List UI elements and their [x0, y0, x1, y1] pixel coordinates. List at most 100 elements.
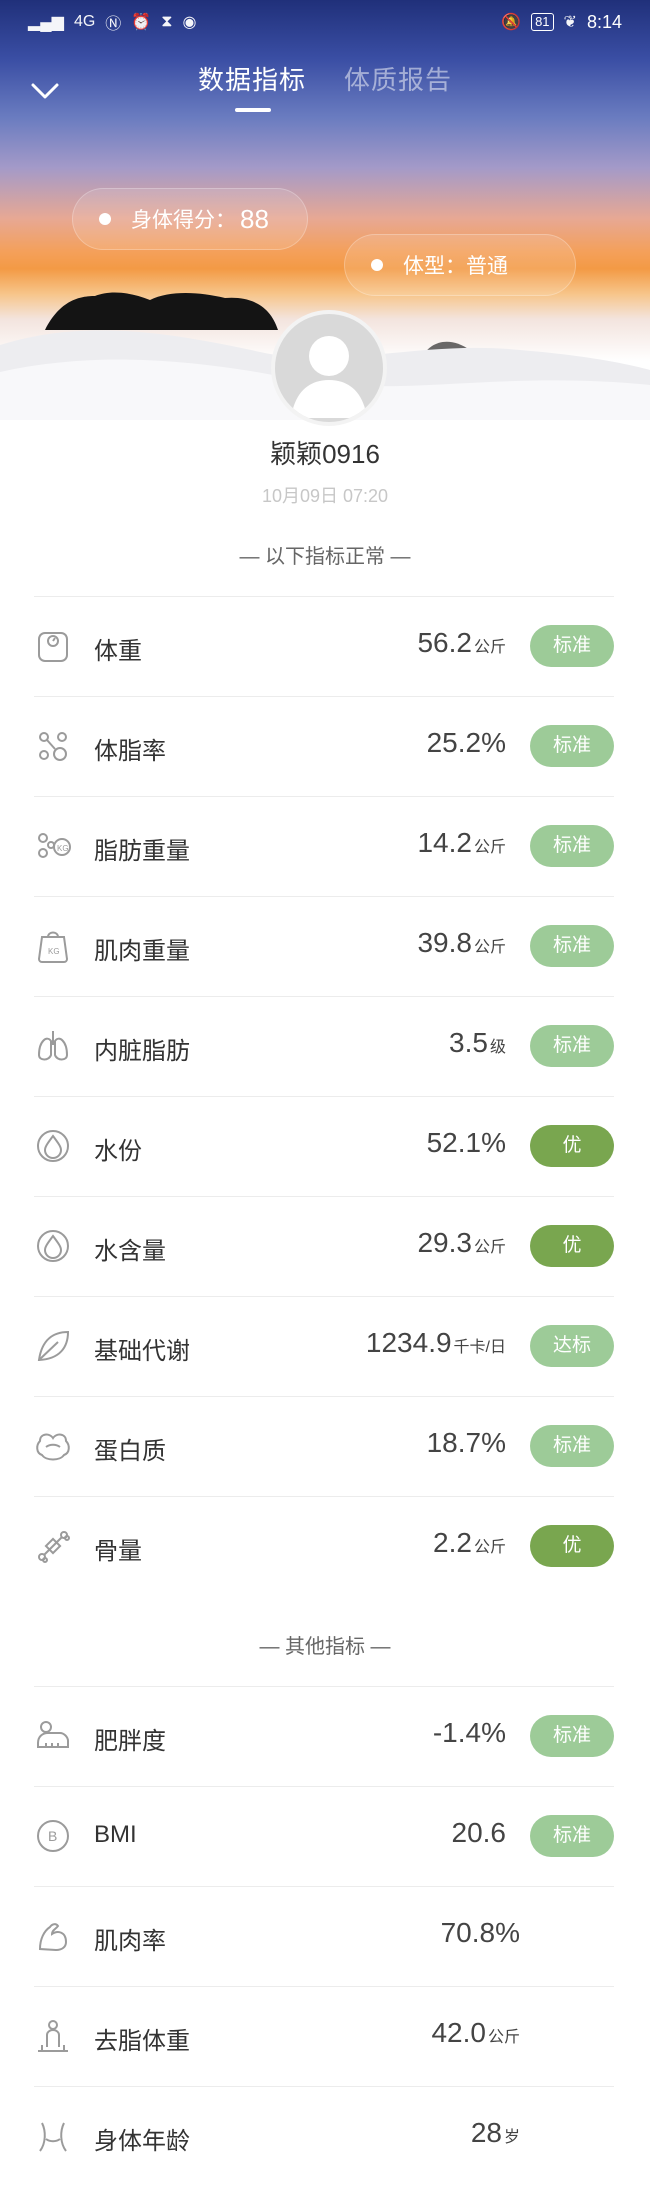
fat-mass-icon: KG	[34, 827, 72, 865]
metric-value: 25.2%	[427, 727, 506, 759]
status-badge: 标准	[530, 625, 614, 667]
metric-row[interactable]: 肌肉率 70.8%	[34, 1886, 614, 1986]
metric-number: -1.4%	[432, 1717, 506, 1748]
tab-bar: 数据指标 体质报告	[0, 60, 650, 120]
metric-label: 肌肉率	[94, 1928, 166, 1955]
metric-value: -1.4%	[433, 1717, 506, 1749]
metric-label: 骨量	[94, 1538, 142, 1565]
status-right: 🔕 81 ❦ 8:14	[501, 12, 622, 33]
status-bar: ▂▄▆ 4G Ⓝ ⏰ ⧗ ◉ 🔕 81 ❦ 8:14	[0, 0, 650, 44]
metric-row[interactable]: 骨量 2.2 公斤优	[34, 1496, 614, 1596]
tab-data-metrics[interactable]: 数据指标	[198, 60, 306, 97]
metric-unit: 级	[489, 1039, 506, 1056]
metric-label: 体脂率	[94, 738, 166, 765]
hourglass-icon: ⧗	[161, 13, 173, 30]
metric-row[interactable]: 内脏脂肪 3.5 级标准	[34, 996, 614, 1096]
bone-icon	[34, 1527, 72, 1565]
app-notification-icon: ◉	[182, 14, 197, 31]
bullet-dot	[371, 259, 383, 271]
metric-unit: 公斤	[473, 939, 506, 956]
avatar[interactable]	[271, 310, 387, 426]
metric-label: 蛋白质	[94, 1438, 166, 1465]
status-badge: 标准	[530, 1025, 614, 1067]
metric-label: 水份	[94, 1138, 142, 1165]
metric-unit: 公斤	[473, 639, 506, 656]
metric-label: 脂肪重量	[94, 838, 190, 865]
metric-number: 39.8	[417, 927, 472, 958]
metric-label: 水含量	[94, 1238, 166, 1265]
body-fat-icon	[34, 727, 72, 765]
metric-row[interactable]: 去脂体重 42.0 公斤	[34, 1986, 614, 2086]
arm-muscle-icon	[34, 1917, 72, 1955]
metric-row[interactable]: 基础代谢 1234.9 千卡/日 达标	[34, 1296, 614, 1396]
leaf-icon	[34, 1327, 72, 1365]
metric-label: 基础代谢	[94, 1338, 190, 1365]
muscle-mass-icon: KG	[34, 927, 72, 965]
protein-icon	[34, 1427, 72, 1465]
status-badge: 标准	[530, 825, 614, 867]
status-badge: 标准	[530, 925, 614, 967]
leaf-icon: ❦	[563, 14, 577, 31]
metric-number: 1234.9	[365, 1327, 452, 1358]
metric-number: 14.2	[417, 827, 472, 858]
metric-number: 3.5	[449, 1027, 488, 1058]
tab-constitution-report[interactable]: 体质报告	[344, 60, 452, 97]
nfc-icon: Ⓝ	[105, 16, 122, 33]
metric-number: 56.2	[417, 627, 472, 658]
metric-number: 2.2	[433, 1527, 472, 1558]
metric-row[interactable]: 水份 52.1% 优	[34, 1096, 614, 1196]
metric-number: 18.7%	[426, 1427, 506, 1458]
svg-text:B: B	[48, 1828, 57, 1844]
section-normal-title: — 以下指标正常 —	[239, 546, 411, 568]
bmi-icon: B	[34, 1817, 72, 1855]
status-badge: 标准	[530, 1715, 614, 1757]
water-drop-icon	[34, 1127, 72, 1165]
metric-label: 身体年龄	[94, 2128, 190, 2155]
status-badge: 优	[530, 1125, 614, 1167]
lungs-icon	[34, 1027, 72, 1065]
measure-datetime: 10月09日 07:20	[261, 486, 389, 506]
metric-value: 20.6	[452, 1817, 507, 1849]
user-silhouette-icon	[291, 336, 367, 418]
metric-label: 体重	[94, 638, 142, 665]
status-badge: 达标	[530, 1325, 614, 1367]
status-left: ▂▄▆ 4G Ⓝ ⏰ ⧗ ◉	[28, 10, 196, 34]
metric-label: 去脂体重	[94, 2028, 190, 2055]
metric-row[interactable]: KG 脂肪重量 14.2 公斤 标准	[34, 796, 614, 896]
user-name: 颖颖0916	[270, 439, 380, 469]
metric-value: 1234.9 千卡/日	[366, 1327, 506, 1359]
status-badge: 标准	[530, 725, 614, 767]
water-drop-icon	[34, 1227, 72, 1265]
metric-row[interactable]: B BMI 20.6 标准	[34, 1786, 614, 1886]
metric-row[interactable]: KG 肌肉重量 39.8 公斤 标准	[34, 896, 614, 996]
metric-row[interactable]: 肥胖度 -1.4% 标准	[34, 1686, 614, 1786]
status-badge: 标准	[530, 1425, 614, 1467]
body-score-label: 身体得分：	[131, 209, 236, 232]
network-label: 4G	[73, 13, 96, 30]
metric-row[interactable]: 体脂率 25.2% 标准	[34, 696, 614, 796]
metric-value: 2.2 公斤	[433, 1527, 506, 1559]
status-badge: 标准	[530, 1815, 614, 1857]
metric-value: 29.3 公斤	[417, 1227, 506, 1259]
normal-metrics-list: 体重 56.2 公斤 标准 体脂率 25.2% 标准 KG 脂肪重量 14.2 公斤 标准 KG 肌肉重量…	[34, 596, 614, 1596]
metric-label: 肌肉重量	[94, 938, 190, 965]
metric-row[interactable]: 蛋白质 18.7% 标准	[34, 1396, 614, 1496]
metric-value: 18.7%	[427, 1427, 506, 1459]
metric-row[interactable]: 水含量 29.3 公斤优	[34, 1196, 614, 1296]
body-score-pill: 身体得分： 88	[72, 188, 308, 250]
metric-value: 14.2 公斤	[417, 827, 506, 859]
body-type-label: 体型：普通	[403, 255, 508, 278]
signal-icon: ▂▄▆	[28, 14, 64, 31]
metric-row[interactable]: 体重 56.2 公斤 标准	[34, 596, 614, 696]
status-badge: 优	[530, 1525, 614, 1567]
metric-unit: 公斤	[473, 839, 506, 856]
metric-row[interactable]: 身体年龄 28 岁	[34, 2086, 614, 2186]
metric-unit: 公斤	[487, 2029, 520, 2046]
metric-number: 29.3	[417, 1227, 472, 1258]
metric-number: 52.1%	[426, 1127, 506, 1158]
mute-icon: 🔕	[501, 14, 522, 31]
battery-level: 81	[531, 13, 554, 31]
metric-unit: 岁	[503, 2129, 520, 2146]
bullet-dot	[99, 213, 111, 225]
metric-label: BMI	[94, 1821, 137, 1848]
